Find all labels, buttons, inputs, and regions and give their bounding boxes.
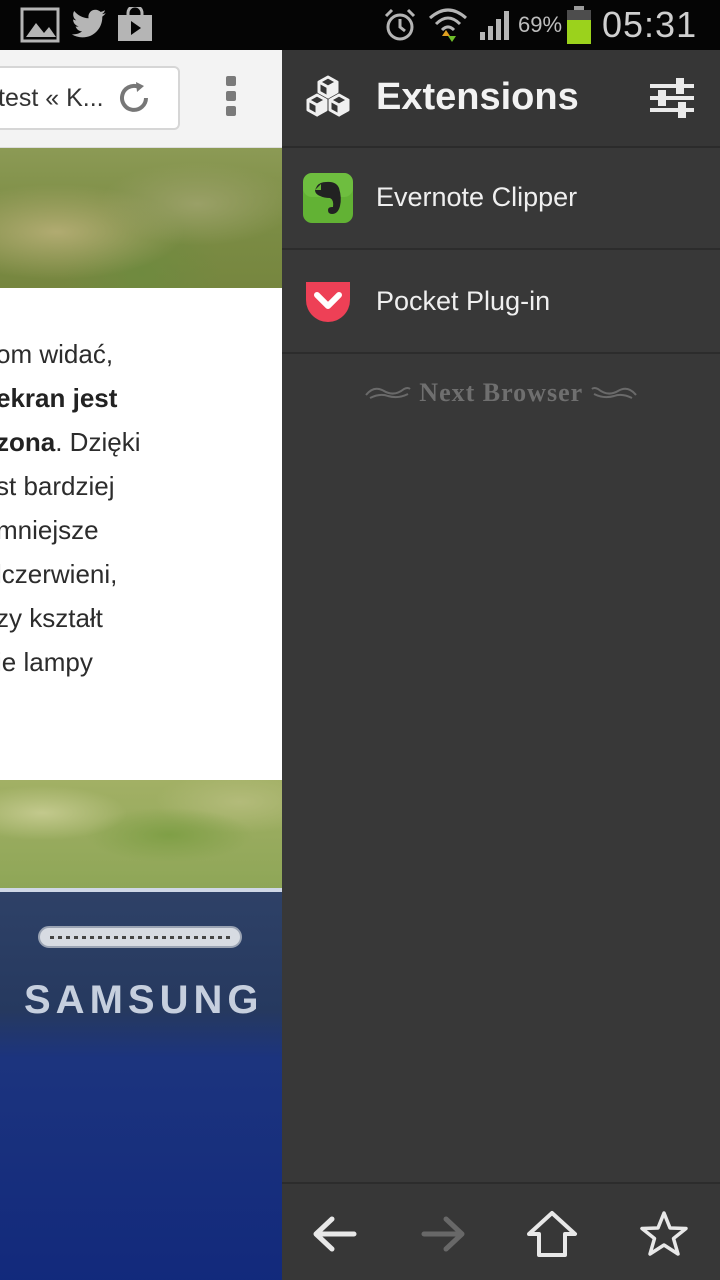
browser-toolbar: test « K... xyxy=(0,50,282,148)
bookmark-button[interactable] xyxy=(636,1208,692,1260)
alarm-icon xyxy=(382,6,418,44)
article-image-top xyxy=(0,148,282,288)
brand-text: Next Browser xyxy=(419,378,583,407)
article-text: om widać, ekran jest zona. Dzięki st bar… xyxy=(0,332,282,684)
article-line: ekran jest xyxy=(0,376,282,420)
extensions-cubes-icon xyxy=(304,74,352,127)
flourish-right-icon xyxy=(590,378,638,407)
star-icon xyxy=(640,1211,688,1256)
article-line: st bardziej xyxy=(0,471,115,501)
article-line: om widać, xyxy=(0,339,114,369)
browser-page: test « K... om widać, ekran jest zona. D… xyxy=(0,50,282,1280)
article-line: zy kształt xyxy=(0,603,103,633)
phone-photo: SAMSUNG xyxy=(0,888,282,1280)
flourish-left-icon xyxy=(364,378,420,407)
article-line: lczerwieni, xyxy=(0,559,118,589)
grass-background xyxy=(0,780,282,890)
article-bold-text: zona xyxy=(0,427,56,457)
url-bar[interactable]: test « K... xyxy=(0,66,180,130)
extension-label: Pocket Plug-in xyxy=(376,286,551,316)
article-line: zona. Dzięki xyxy=(0,420,282,464)
evernote-icon xyxy=(302,172,354,224)
extensions-panel: Extensions Evernote Clipper Pocket Plug-… xyxy=(282,50,720,1280)
samsung-logo: SAMSUNG xyxy=(24,978,264,1022)
home-button[interactable] xyxy=(524,1208,580,1260)
next-browser-brand: Next Browser xyxy=(282,378,720,408)
url-text: test « K... xyxy=(0,84,104,112)
bottom-navigation-bar xyxy=(282,1182,720,1280)
store-icon xyxy=(116,6,154,44)
extension-item-pocket[interactable]: Pocket Plug-in xyxy=(282,252,720,354)
overflow-menu-icon[interactable] xyxy=(226,76,236,121)
clock: 05:31 xyxy=(602,4,698,45)
extension-item-evernote[interactable]: Evernote Clipper xyxy=(282,148,720,250)
article-image-bottom: SAMSUNG xyxy=(0,780,282,1280)
extension-label: Evernote Clipper xyxy=(376,182,578,212)
phone-speaker-grille xyxy=(38,926,242,948)
forward-button[interactable] xyxy=(416,1208,472,1260)
article-bold-text: ekran jest xyxy=(0,383,118,413)
sliders-settings-icon[interactable] xyxy=(648,76,696,125)
battery-percent: 69% xyxy=(518,12,563,37)
back-button[interactable] xyxy=(306,1208,362,1260)
reload-icon[interactable] xyxy=(116,80,152,121)
gallery-icon xyxy=(20,6,60,44)
signal-icon xyxy=(478,6,514,44)
article-line: ie lampy xyxy=(0,647,93,677)
twitter-icon xyxy=(70,6,108,44)
home-icon xyxy=(527,1211,577,1257)
arrow-right-icon xyxy=(421,1216,465,1252)
pocket-icon xyxy=(302,276,354,328)
arrow-left-icon xyxy=(313,1216,357,1252)
wifi-icon xyxy=(428,6,468,44)
extensions-header: Extensions xyxy=(282,50,720,148)
panel-title: Extensions xyxy=(376,76,579,118)
article-line: mniejsze xyxy=(0,515,99,545)
article-text-run: . Dzięki xyxy=(55,427,141,457)
battery-icon xyxy=(566,6,592,44)
status-bar: 69% 05:31 xyxy=(0,0,720,50)
